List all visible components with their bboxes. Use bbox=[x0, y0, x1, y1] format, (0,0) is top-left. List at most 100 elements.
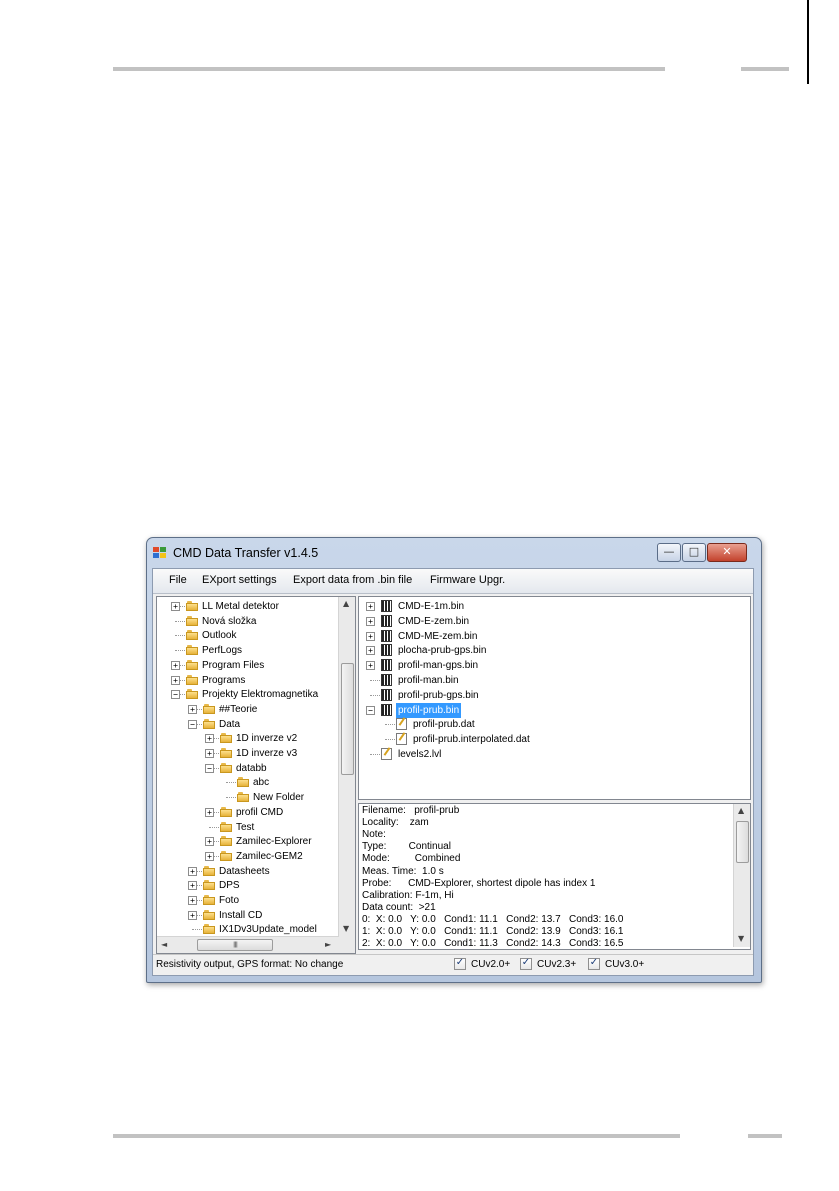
expand-toggle-icon[interactable]: + bbox=[366, 661, 375, 671]
expand-toggle-icon[interactable]: + bbox=[188, 896, 197, 905]
menu-file[interactable]: File bbox=[169, 574, 187, 586]
menu-export-bin[interactable]: Export data from .bin file bbox=[293, 574, 412, 586]
info-line: Meas. Time: 1.0 s bbox=[362, 865, 444, 877]
info-scroll-thumb[interactable] bbox=[736, 821, 749, 863]
folder-tree-item[interactable]: PerfLogs bbox=[157, 643, 339, 658]
expand-toggle-icon[interactable]: + bbox=[205, 851, 214, 861]
info-scroll-down-arrow-icon[interactable]: ▼ bbox=[738, 934, 744, 943]
expand-toggle-icon[interactable]: + bbox=[171, 675, 180, 685]
file-tree-item[interactable]: profil-prub-gps.bin bbox=[359, 688, 739, 703]
folder-tree-item[interactable]: Nová složka bbox=[157, 614, 339, 629]
checkbox-cuv20[interactable]: ✓ bbox=[454, 957, 466, 970]
expand-toggle-icon[interactable]: + bbox=[205, 734, 214, 744]
file-tree-item[interactable]: + CMD-E-1m.bin bbox=[359, 599, 739, 614]
folder-icon bbox=[203, 718, 216, 729]
scroll-left-arrow-icon[interactable]: ◄ bbox=[161, 940, 167, 949]
folder-tree-item[interactable]: + Programs bbox=[157, 673, 339, 688]
scroll-right-arrow-icon[interactable]: ► bbox=[325, 940, 331, 949]
checkbox-cuv23[interactable]: ✓ bbox=[520, 957, 532, 970]
expand-toggle-icon[interactable]: − bbox=[366, 705, 375, 715]
folder-tree-scroll-thumb[interactable] bbox=[341, 663, 354, 775]
folder-icon bbox=[220, 733, 233, 744]
file-tree-item-label: levels2.lvl bbox=[398, 749, 442, 760]
expand-toggle-icon[interactable]: + bbox=[171, 602, 180, 611]
folder-tree-item[interactable]: + ##Teorie bbox=[157, 702, 339, 717]
checkbox-cuv30[interactable]: ✓ bbox=[588, 957, 600, 970]
expand-toggle-icon[interactable]: − bbox=[188, 719, 197, 729]
file-tree-item[interactable]: levels2.lvl bbox=[359, 747, 739, 762]
file-info-text[interactable]: Filename: profil-prub Locality: zam Note: T… bbox=[358, 803, 751, 950]
folder-tree-item-label: profil CMD bbox=[236, 806, 284, 818]
folder-tree[interactable]: + LL Metal detektor Nová složka Outlook Perf… bbox=[156, 596, 356, 954]
checkbox-cuv30-label[interactable]: CUv3.0+ bbox=[605, 959, 644, 970]
expand-toggle-icon[interactable]: + bbox=[366, 646, 375, 656]
expand-toggle-icon[interactable]: + bbox=[205, 749, 214, 758]
expand-toggle-icon[interactable]: − bbox=[171, 690, 180, 700]
folder-tree-item[interactable]: + Zamilec-GEM2 bbox=[157, 849, 339, 864]
folder-tree-item[interactable]: + DPS bbox=[157, 878, 339, 893]
folder-tree-item[interactable]: +1D inverze v2 bbox=[157, 731, 339, 746]
folder-icon bbox=[203, 909, 216, 920]
folder-tree-hscroll-thumb[interactable]: III bbox=[197, 939, 273, 951]
file-tree-item[interactable]: profil-prub.interpolated.dat bbox=[359, 732, 739, 747]
folder-tree-item[interactable]: Outlook bbox=[157, 628, 339, 643]
folder-tree-item[interactable]: + Foto bbox=[157, 893, 339, 908]
file-tree-item[interactable]: + CMD-ME-zem.bin bbox=[359, 629, 739, 644]
folder-tree-vertical-scrollbar[interactable]: ▲ ▼ bbox=[338, 597, 355, 937]
folder-tree-item-label: databb bbox=[236, 762, 267, 774]
expand-toggle-icon[interactable]: + bbox=[188, 910, 197, 920]
folder-tree-item[interactable]: + Program Files bbox=[157, 658, 339, 673]
menu-export-settings[interactable]: EXport settings bbox=[202, 574, 277, 586]
file-tree-item[interactable]: profil-prub.dat bbox=[359, 717, 739, 732]
file-tree-item-selected[interactable]: − profil-prub.bin bbox=[359, 702, 739, 718]
expand-toggle-icon[interactable]: + bbox=[188, 881, 197, 891]
folder-tree-item[interactable]: − Projekty Elektromagnetika bbox=[157, 687, 339, 702]
window-title: CMD Data Transfer v1.4.5 bbox=[173, 546, 319, 560]
checkmark-icon: ✓ bbox=[455, 957, 465, 968]
expand-toggle-icon[interactable]: + bbox=[205, 807, 214, 817]
file-tree-item[interactable]: + profil-man-gps.bin bbox=[359, 658, 739, 673]
checkbox-cuv20-label[interactable]: CUv2.0+ bbox=[471, 959, 510, 970]
expand-toggle-icon[interactable]: + bbox=[366, 631, 375, 641]
folder-tree-item[interactable]: − Data bbox=[157, 717, 339, 732]
scroll-up-arrow-icon[interactable]: ▲ bbox=[343, 599, 349, 608]
title-bar[interactable]: CMD Data Transfer v1.4.5 — □ ✕ bbox=[147, 538, 761, 568]
folder-tree-item[interactable]: + Zamilec-Explorer bbox=[157, 834, 339, 849]
binary-file-icon bbox=[381, 600, 392, 612]
folder-tree-item[interactable]: + profil CMD bbox=[157, 805, 339, 820]
folder-tree-item[interactable]: − databb bbox=[157, 761, 339, 776]
folder-tree-item[interactable]: +1D inverze v3 bbox=[157, 746, 339, 761]
file-tree-item[interactable]: + plocha-prub-gps.bin bbox=[359, 643, 739, 658]
folder-tree-item[interactable]: + Install CD bbox=[157, 908, 339, 923]
close-button[interactable]: ✕ bbox=[707, 543, 747, 562]
file-tree-item[interactable]: + CMD-E-zem.bin bbox=[359, 614, 739, 629]
expand-toggle-icon[interactable]: − bbox=[205, 763, 214, 773]
menu-firmware-upgrade[interactable]: Firmware Upgr. bbox=[430, 574, 505, 586]
expand-toggle-icon[interactable]: + bbox=[205, 837, 214, 847]
expand-toggle-icon[interactable]: + bbox=[366, 616, 375, 626]
file-tree[interactable]: + CMD-E-1m.bin + CMD-E-zem.bin + CMD-ME-zem.b… bbox=[358, 596, 751, 800]
expand-toggle-icon[interactable]: + bbox=[366, 602, 375, 611]
scroll-down-arrow-icon[interactable]: ▼ bbox=[343, 924, 349, 933]
folder-tree-item[interactable]: + LL Metal detektor bbox=[157, 599, 339, 614]
file-tree-item[interactable]: profil-man.bin bbox=[359, 673, 739, 688]
tree-connector bbox=[385, 724, 395, 726]
info-vertical-scrollbar[interactable]: ▲ ▼ bbox=[733, 804, 750, 947]
info-scroll-up-arrow-icon[interactable]: ▲ bbox=[738, 806, 744, 815]
expand-toggle-icon[interactable]: + bbox=[171, 660, 180, 670]
folder-tree-item[interactable]: Test bbox=[157, 820, 339, 835]
maximize-button[interactable]: □ bbox=[682, 543, 706, 562]
folder-icon bbox=[186, 659, 199, 670]
expand-toggle-icon[interactable]: + bbox=[188, 866, 197, 876]
file-tree-item-label: profil-man-gps.bin bbox=[398, 660, 479, 672]
expand-toggle-icon[interactable]: + bbox=[188, 704, 197, 714]
minimize-button[interactable]: — bbox=[657, 543, 681, 562]
file-tree-item-label: CMD-E-1m.bin bbox=[398, 601, 465, 612]
checkbox-cuv23-label[interactable]: CUv2.3+ bbox=[537, 959, 576, 970]
file-tree-item-label: profil-prub.interpolated.dat bbox=[413, 734, 530, 746]
folder-tree-item-label: DPS bbox=[219, 880, 240, 892]
folder-tree-item[interactable]: New Folder bbox=[157, 790, 339, 805]
folder-tree-item[interactable]: + Datasheets bbox=[157, 864, 339, 879]
folder-tree-horizontal-scrollbar[interactable]: ◄ III ► bbox=[157, 936, 339, 953]
folder-tree-item[interactable]: abc bbox=[157, 775, 339, 790]
